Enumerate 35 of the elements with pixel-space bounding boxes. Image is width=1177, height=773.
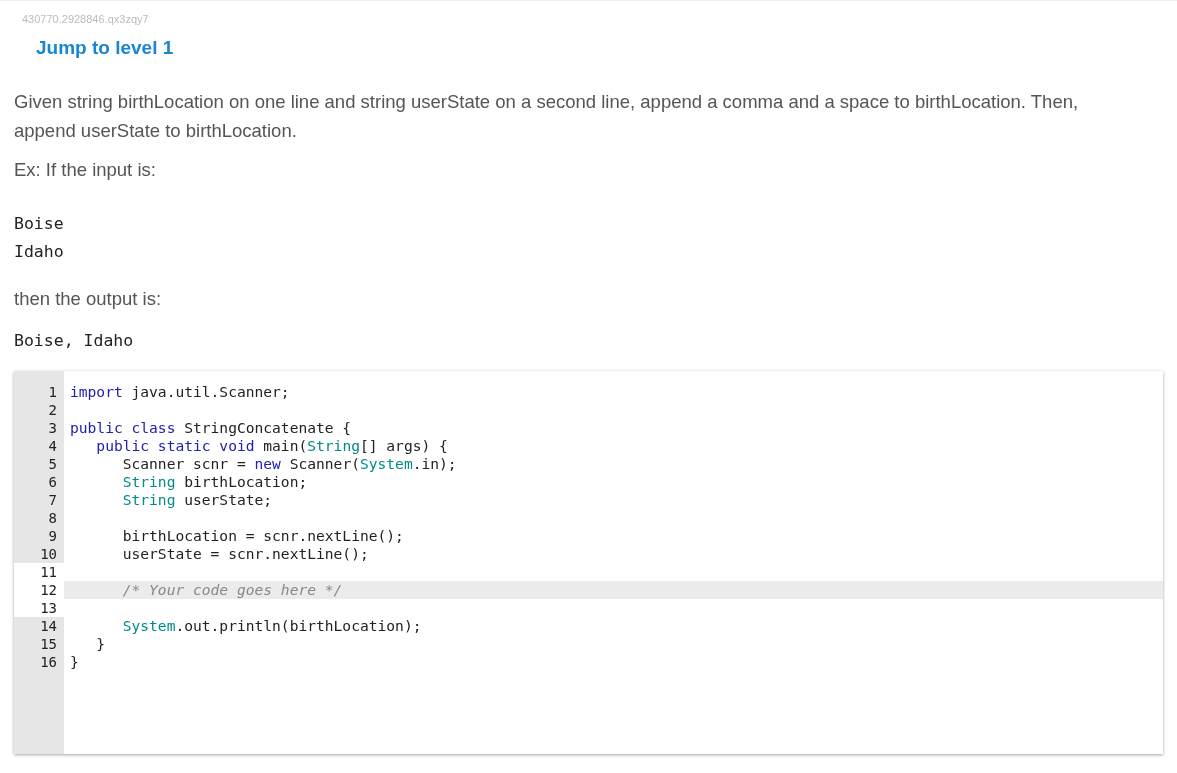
line-number: 7 — [47, 491, 58, 509]
line-number: 15 — [39, 635, 58, 653]
code-line: userState = scnr.nextLine(); — [121, 545, 370, 563]
code-line: birthLocation = scnr.nextLine(); — [121, 527, 405, 545]
line-number: 16 — [39, 653, 58, 671]
example-input-text: Boise Idaho — [14, 213, 65, 263]
output-intro-text: then the output is: — [14, 287, 163, 311]
line-number: 9 — [47, 527, 58, 545]
line-number: 6 — [47, 473, 58, 491]
line-number: 4 — [47, 437, 58, 455]
line-number: 8 — [47, 509, 58, 527]
instruction-text: Given string birthLocation on one line and string userState on a second line, append a comma and a space to birthLocation. Then, append userState to birthLocation. — [14, 90, 1080, 143]
instruction-text: Ex: If the input is: — [14, 158, 157, 182]
code-line: import java.util.Scanner; — [69, 383, 291, 401]
line-number: 14 — [39, 617, 58, 635]
line-number: 10 — [39, 545, 58, 563]
line-number: 11 — [14, 563, 64, 581]
line-number: 1 — [47, 383, 58, 401]
line-number: 13 — [14, 599, 64, 617]
code-line: String birthLocation; — [121, 473, 309, 491]
code-editor[interactable] — [14, 371, 1163, 754]
jump-to-level-link[interactable]: Jump to level 1 — [36, 37, 174, 59]
problem-id-text: 430770.2928846.qx3zqy7 — [22, 13, 150, 25]
line-number: 2 — [47, 401, 58, 419]
code-line: public static void main(String[] args) { — [95, 437, 449, 455]
line-number: 5 — [47, 455, 58, 473]
code-line: System.out.println(birthLocation); — [121, 617, 423, 635]
line-number: 12 — [14, 581, 64, 599]
code-line: public class StringConcatenate { — [69, 419, 353, 437]
code-line: String userState; — [121, 491, 274, 509]
example-output-text: Boise, Idaho — [14, 330, 135, 352]
line-number: 3 — [47, 419, 58, 437]
code-line: } — [69, 653, 80, 671]
code-line: Scanner scnr = new Scanner(System.in); — [121, 455, 458, 473]
code-line: } — [95, 635, 107, 653]
